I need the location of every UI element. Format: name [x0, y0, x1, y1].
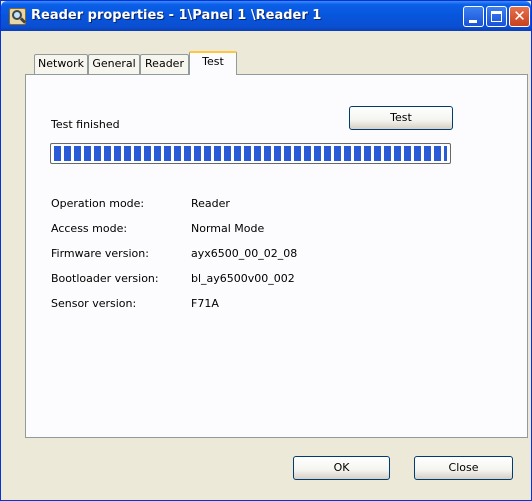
bootloader-version-value: bl_ay6500v00_002 [191, 272, 295, 285]
window-title: Reader properties - 1\Panel 1 \Reader 1 [31, 8, 322, 23]
test-status-text: Test finished [51, 118, 120, 131]
progress-fill [54, 146, 447, 161]
reader-properties-window: Reader properties - 1\Panel 1 \Reader 1 … [0, 0, 532, 501]
close-window-button[interactable]: ✕ [509, 6, 530, 27]
sensor-version-label: Sensor version: [51, 297, 137, 310]
operation-mode-value: Reader [191, 197, 230, 210]
access-mode-value: Normal Mode [191, 222, 265, 235]
firmware-version-label: Firmware version: [51, 247, 149, 260]
tab-general[interactable]: General [88, 54, 140, 74]
firmware-version-value: ayx6500_00_02_08 [191, 247, 298, 260]
close-icon: ✕ [513, 7, 526, 25]
minimize-icon [469, 20, 477, 23]
title-bar[interactable]: Reader properties - 1\Panel 1 \Reader 1 … [1, 1, 531, 31]
access-mode-label: Access mode: [51, 222, 128, 235]
operation-mode-label: Operation mode: [51, 197, 145, 210]
test-button[interactable]: Test [349, 106, 453, 130]
tab-network[interactable]: Network [34, 54, 88, 74]
test-progress-bar [50, 143, 451, 164]
sensor-version-value: F71A [191, 297, 219, 310]
bootloader-version-label: Bootloader version: [51, 272, 159, 285]
tab-test[interactable]: Test [189, 51, 237, 75]
minimize-button[interactable] [463, 6, 484, 27]
reader-search-icon [9, 8, 27, 25]
tab-reader[interactable]: Reader [140, 54, 189, 74]
maximize-button[interactable] [486, 6, 507, 27]
maximize-icon [491, 11, 502, 22]
ok-button[interactable]: OK [293, 456, 390, 480]
close-button[interactable]: Close [414, 456, 513, 480]
